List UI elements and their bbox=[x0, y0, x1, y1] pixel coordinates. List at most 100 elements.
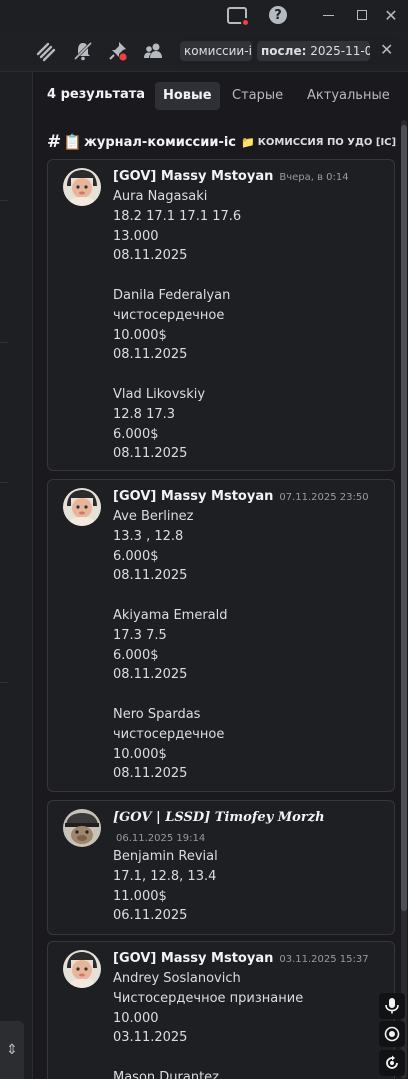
search-box[interactable]: комиссии-ic после: 2025-11-02 ✕ bbox=[177, 36, 399, 66]
message-line bbox=[113, 365, 241, 385]
message-author[interactable]: [GOV] Massy Mstoyan Вчера, в 0:14 bbox=[113, 169, 349, 184]
message-timestamp: 03.11.2025 15:37 bbox=[279, 954, 369, 965]
message-line: Чистосердечное признание bbox=[113, 990, 304, 1006]
channel-filter-value: комиссии-ic bbox=[184, 44, 252, 58]
divider bbox=[0, 682, 8, 683]
clipboard-emoji: 📋 bbox=[63, 133, 82, 151]
search-result-card[interactable]: [GOV | LSSD] Timofey Morzh 06.11.2025 19… bbox=[47, 800, 395, 935]
search-clear-icon[interactable]: ✕ bbox=[380, 40, 393, 59]
mute-icon[interactable] bbox=[72, 40, 94, 62]
message-line: чистосердечное bbox=[113, 307, 225, 323]
tab-relevant[interactable]: Актуальные bbox=[299, 82, 398, 110]
maximize-icon[interactable] bbox=[350, 3, 374, 27]
divider bbox=[0, 342, 8, 343]
message-author[interactable]: [GOV | LSSD] Timofey Morzh bbox=[113, 810, 325, 825]
message-line bbox=[113, 1048, 303, 1068]
message-line: 10.000$ bbox=[113, 746, 167, 762]
message-line bbox=[113, 685, 228, 705]
folder-emoji: 📁 bbox=[241, 135, 255, 149]
message-line: 10.000$ bbox=[113, 327, 167, 343]
search-result-card[interactable]: [GOV] Massy Mstoyan Вчера, в 0:14 Aura Na… bbox=[47, 159, 395, 471]
search-results-header: 4 результата Новые Старые Актуальные bbox=[33, 72, 408, 120]
title-bar: ? ✕ bbox=[0, 0, 408, 30]
result-channel-header[interactable]: # 📋 журнал-комиссии-ic 📁 КОМИССИЯ ПО УДО… bbox=[47, 131, 396, 153]
tab-newest[interactable]: Новые bbox=[155, 82, 220, 110]
message-line: Ave Berlinez bbox=[113, 509, 194, 524]
avatar[interactable] bbox=[63, 809, 101, 847]
message-line: 08.11.2025 bbox=[113, 446, 188, 462]
tab-oldest[interactable]: Старые bbox=[224, 82, 291, 110]
results-count: 4 результата bbox=[47, 87, 146, 102]
help-icon[interactable]: ? bbox=[266, 3, 290, 27]
inbox-icon[interactable] bbox=[225, 3, 250, 27]
divider bbox=[0, 482, 8, 483]
channel-category: КОМИССИЯ ПО УДО [IC] bbox=[257, 136, 397, 148]
message-timestamp: 06.11.2025 19:14 bbox=[116, 833, 206, 844]
minimize-icon[interactable] bbox=[316, 3, 340, 27]
author-name[interactable]: [GOV] Massy Mstoyan bbox=[113, 169, 273, 184]
message-line: Akiyama Emerald bbox=[113, 607, 228, 623]
message-line: 06.11.2025 bbox=[113, 908, 188, 924]
date-filter-value: 2025-11-02 bbox=[310, 44, 370, 58]
message-content: Ave Berlinez 13.3 , 12.8 6.000$ 08.11.20… bbox=[113, 507, 228, 784]
search-result-card[interactable]: [GOV] Massy Mstoyan 07.11.2025 23:50 Ave … bbox=[47, 479, 395, 792]
message-line: Danila Federalyan bbox=[113, 287, 231, 303]
message-line: Benjamin Revial bbox=[113, 849, 218, 864]
message-line: 08.11.2025 bbox=[113, 667, 188, 683]
message-line: 11.000$ bbox=[113, 888, 167, 904]
message-line: Andrey Soslanovich bbox=[113, 971, 241, 986]
message-line: 08.11.2025 bbox=[113, 347, 188, 363]
message-timestamp: 07.11.2025 23:50 bbox=[279, 492, 369, 503]
members-icon[interactable] bbox=[142, 40, 164, 62]
message-line: 13.000 bbox=[113, 228, 159, 244]
author-name[interactable]: [GOV] Massy Mstoyan bbox=[113, 489, 273, 504]
message-line: 13.3 , 12.8 bbox=[113, 528, 184, 544]
message-line: 17.3 7.5 bbox=[113, 627, 167, 643]
message-line: 12.8 17.3 bbox=[113, 406, 176, 422]
message-line: 10.000 bbox=[113, 1010, 159, 1026]
message-line bbox=[113, 586, 228, 606]
scrollbar-thumb[interactable] bbox=[401, 125, 407, 911]
avatar[interactable] bbox=[63, 488, 101, 526]
threads-icon[interactable] bbox=[34, 40, 56, 62]
avatar[interactable] bbox=[63, 168, 101, 206]
pin-icon[interactable] bbox=[107, 40, 129, 62]
refresh-icon[interactable] bbox=[379, 1050, 405, 1076]
message-line: 6.000$ bbox=[113, 426, 159, 442]
message-line: 08.11.2025 bbox=[113, 248, 188, 264]
message-line: 08.11.2025 bbox=[113, 568, 188, 584]
message-timestamp: Вчера, в 0:14 bbox=[279, 172, 349, 183]
close-icon[interactable]: ✕ bbox=[379, 3, 403, 27]
author-name[interactable]: [GOV] Massy Mstoyan bbox=[113, 951, 273, 966]
message-line: 6.000$ bbox=[113, 548, 159, 564]
message-line: Nero Spardas bbox=[113, 706, 201, 722]
avatar[interactable] bbox=[63, 950, 101, 988]
target-icon[interactable] bbox=[379, 1021, 405, 1047]
message-line: чистосердечное bbox=[113, 726, 225, 742]
author-name[interactable]: [GOV | LSSD] Timofey Morzh bbox=[113, 810, 325, 825]
message-line: 18.2 17.1 17.1 17.6 bbox=[113, 208, 242, 224]
channel-toolbar: комиссии-ic после: 2025-11-02 ✕ bbox=[0, 30, 408, 72]
message-content: Andrey Soslanovich Чистосердечное призна… bbox=[113, 969, 303, 1079]
message-content: Aura Nagasaki 18.2 17.1 17.1 17.6 13.000… bbox=[113, 187, 241, 464]
channel-filter-chip[interactable]: комиссии-ic bbox=[180, 41, 252, 61]
message-line: Vlad Likovskiy bbox=[113, 386, 206, 402]
hashtag-icon: # bbox=[47, 132, 62, 152]
message-line: Mason Durantez bbox=[113, 1069, 219, 1079]
message-line: 08.11.2025 bbox=[113, 766, 188, 782]
message-line: Aura Nagasaki bbox=[113, 189, 208, 204]
date-filter-label: после: bbox=[261, 44, 307, 58]
date-filter-chip[interactable]: после: 2025-11-02 bbox=[257, 41, 370, 61]
channel-name[interactable]: журнал-комиссии-ic bbox=[84, 135, 236, 150]
divider bbox=[0, 200, 8, 201]
message-line: 6.000$ bbox=[113, 647, 159, 663]
message-author[interactable]: [GOV] Massy Mstoyan 07.11.2025 23:50 bbox=[113, 489, 369, 504]
user-settings-icon[interactable]: ⇕ bbox=[0, 1021, 24, 1079]
message-line bbox=[113, 266, 241, 286]
message-author[interactable]: [GOV] Massy Mstoyan 03.11.2025 15:37 bbox=[113, 951, 369, 966]
channel-list-edge: ⇕ bbox=[0, 72, 33, 1079]
search-result-card[interactable]: [GOV] Massy Mstoyan 03.11.2025 15:37 Andr… bbox=[47, 941, 395, 1079]
message-line: 17.1, 12.8, 13.4 bbox=[113, 868, 217, 884]
microphone-icon[interactable] bbox=[379, 993, 405, 1019]
message-line: 03.11.2025 bbox=[113, 1030, 188, 1046]
